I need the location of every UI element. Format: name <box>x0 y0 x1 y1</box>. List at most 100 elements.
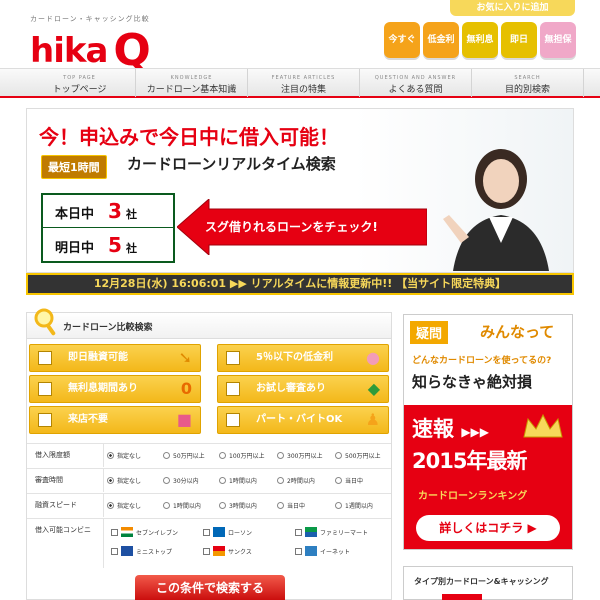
checkbox[interactable] <box>295 548 302 555</box>
checkbox[interactable] <box>111 548 118 555</box>
ad-details-button[interactable]: 詳しくはコチラ ▶ <box>416 515 560 541</box>
quick-link-low-interest[interactable]: 低金利 <box>423 22 459 58</box>
filter-row-label: 融資スピード <box>35 501 77 509</box>
woman-photo <box>443 149 549 271</box>
radio-option[interactable]: 300万円以上 <box>277 451 322 460</box>
radio-option[interactable]: 当日中 <box>335 476 363 485</box>
store-label: セブンイレブン <box>136 530 179 537</box>
ranking-ad-banner[interactable]: 疑問 みんなって どんなカードローンを使ってるの? 知らなきゃ絶対損 速報 ▶▶… <box>403 314 573 550</box>
option-label: 1時間以内 <box>173 503 201 510</box>
side-type-title: タイプ別カードローン&キャッシング <box>414 577 549 586</box>
today-count-row: 本日中 3 社 <box>43 195 173 228</box>
option-label: 指定なし <box>117 503 142 510</box>
nav-en-label: QUESTION AND ANSWER <box>374 75 457 81</box>
filter-same-day-loan[interactable]: 即日融資可能 ➘ <box>29 344 201 372</box>
radio-option[interactable]: 2時間以内 <box>277 476 315 485</box>
ad-year-title: 2015年最新 <box>412 449 527 473</box>
radio-option[interactable]: 指定なし <box>107 476 141 485</box>
radio-option[interactable]: 1週間以内 <box>335 501 373 510</box>
radio-option[interactable]: 3時間以内 <box>219 501 257 510</box>
radio-option[interactable]: 1時間以内 <box>219 476 257 485</box>
option-label: 当日中 <box>345 478 364 485</box>
lender-count-box: 本日中 3 社 明日中 5 社 <box>41 193 175 263</box>
store-logo <box>305 546 317 556</box>
filter-row-label: 借入可能コンビニ <box>35 526 91 534</box>
radio-option[interactable]: 100万円以上 <box>219 451 264 460</box>
today-label: 本日中 <box>55 207 95 222</box>
checkbox[interactable] <box>38 351 52 365</box>
search-panel-title: カードローン比較検索 <box>63 323 153 333</box>
store-option[interactable]: セブンイレブン <box>111 527 178 537</box>
store-option[interactable]: イーネット <box>295 546 350 556</box>
filter-row-label: 借入限度額 <box>35 451 70 459</box>
store-logo <box>213 527 225 537</box>
nav-en-label: SEARCH <box>514 75 541 81</box>
checkbox[interactable] <box>38 382 52 396</box>
option-label: 100万円以上 <box>229 453 265 460</box>
today-count: 3 <box>108 199 122 223</box>
arrow-cta-text[interactable]: スグ借りれるローンをチェック! <box>205 218 378 235</box>
store-option[interactable]: サンクス <box>203 546 252 556</box>
leaf-mark-icon: ◆ <box>367 379 380 398</box>
nav-jp-label: よくある質問 <box>388 85 443 95</box>
site-logo[interactable]: hika Q <box>30 22 151 76</box>
hero-banner[interactable]: 今！申込みで今日中に借入可能！ 最短1時間 カードローンリアルタイム検索 本日中… <box>26 108 574 273</box>
checkbox[interactable] <box>38 413 52 427</box>
nav-item-search[interactable]: SEARCH 目的別検索 <box>472 69 584 97</box>
hero-badge: 最短1時間 <box>41 155 107 179</box>
filter-low-interest[interactable]: 5％以下の低金利 ● <box>217 344 389 372</box>
nav-item-features[interactable]: FEATURE ARTICLES 注目の特集 <box>248 69 360 97</box>
filter-label: 5％以下の低金利 <box>256 352 333 363</box>
checkbox[interactable] <box>226 382 240 396</box>
checkbox[interactable] <box>203 529 210 536</box>
radio-option[interactable]: 30分以内 <box>163 476 199 485</box>
radio-option[interactable]: 指定なし <box>107 501 141 510</box>
nav-item-top[interactable]: TOP PAGE トップページ <box>24 69 136 97</box>
option-label: 30分以内 <box>173 478 199 485</box>
ad-must-know: 知らなきゃ絶対損 <box>412 373 533 391</box>
filter-part-time-ok[interactable]: パート・バイトOK ♟ <box>217 406 389 434</box>
filter-row-speed: 融資スピード 指定なし 1時間以内 3時間以内 当日中 1週間以内 <box>27 493 391 517</box>
radio-option[interactable]: 50万円以上 <box>163 451 205 460</box>
quick-link-now[interactable]: 今すぐ <box>384 22 420 58</box>
logo-text: hika <box>30 31 108 71</box>
quick-link-interest-free[interactable]: 無利息 <box>462 22 498 58</box>
filter-label: パート・バイトOK <box>256 414 343 425</box>
store-option[interactable]: ファミリーマート <box>295 527 368 537</box>
hero-headline: 今！申込みで今日中に借入可能！ <box>39 125 339 149</box>
option-label: 1時間以内 <box>229 478 257 485</box>
quick-link-no-collateral[interactable]: 無担保 <box>540 22 576 58</box>
quick-link-same-day[interactable]: 即日 <box>501 22 537 58</box>
divider <box>103 444 104 467</box>
radio-option[interactable]: 指定なし <box>107 451 141 460</box>
zero-icon: 0 <box>180 379 192 398</box>
store-option[interactable]: ローソン <box>203 527 252 537</box>
nav-item-knowledge[interactable]: KNOWLEDGE カードローン基本知識 <box>136 69 248 97</box>
radio-option[interactable]: 当日中 <box>277 501 305 510</box>
checkbox[interactable] <box>226 413 240 427</box>
tomorrow-count: 5 <box>108 233 122 257</box>
option-label: 300万円以上 <box>287 453 323 460</box>
option-label: 当日中 <box>287 503 306 510</box>
filter-interest-free[interactable]: 無利息期間あり 0 <box>29 375 201 403</box>
add-favorite-button[interactable]: お気に入りに追加 <box>450 0 575 16</box>
piggy-bank-icon: ● <box>366 348 380 367</box>
checkbox[interactable] <box>111 529 118 536</box>
ad-flash-text: 速報 <box>412 417 454 441</box>
nav-item-faq[interactable]: QUESTION AND ANSWER よくある質問 <box>360 69 472 97</box>
side-type-tab[interactable] <box>442 594 482 600</box>
side-type-box: タイプ別カードローン&キャッシング <box>403 566 573 600</box>
checkbox[interactable] <box>226 351 240 365</box>
checkbox[interactable] <box>295 529 302 536</box>
radio-option[interactable]: 1時間以内 <box>163 501 201 510</box>
filter-no-visit[interactable]: 来店不要 ■ <box>29 406 201 434</box>
checkbox[interactable] <box>203 548 210 555</box>
search-panel-header: カードローン比較検索 <box>27 308 391 339</box>
store-label: サンクス <box>228 549 252 556</box>
store-option[interactable]: ミニストップ <box>111 546 172 556</box>
filter-trial-screening[interactable]: お試し審査あり ◆ <box>217 375 389 403</box>
option-label: 1週間以内 <box>345 503 373 510</box>
search-submit-button[interactable]: この条件で検索する <box>135 575 285 600</box>
store-label: ミニストップ <box>136 549 173 556</box>
radio-option[interactable]: 500万円以上 <box>335 451 380 460</box>
